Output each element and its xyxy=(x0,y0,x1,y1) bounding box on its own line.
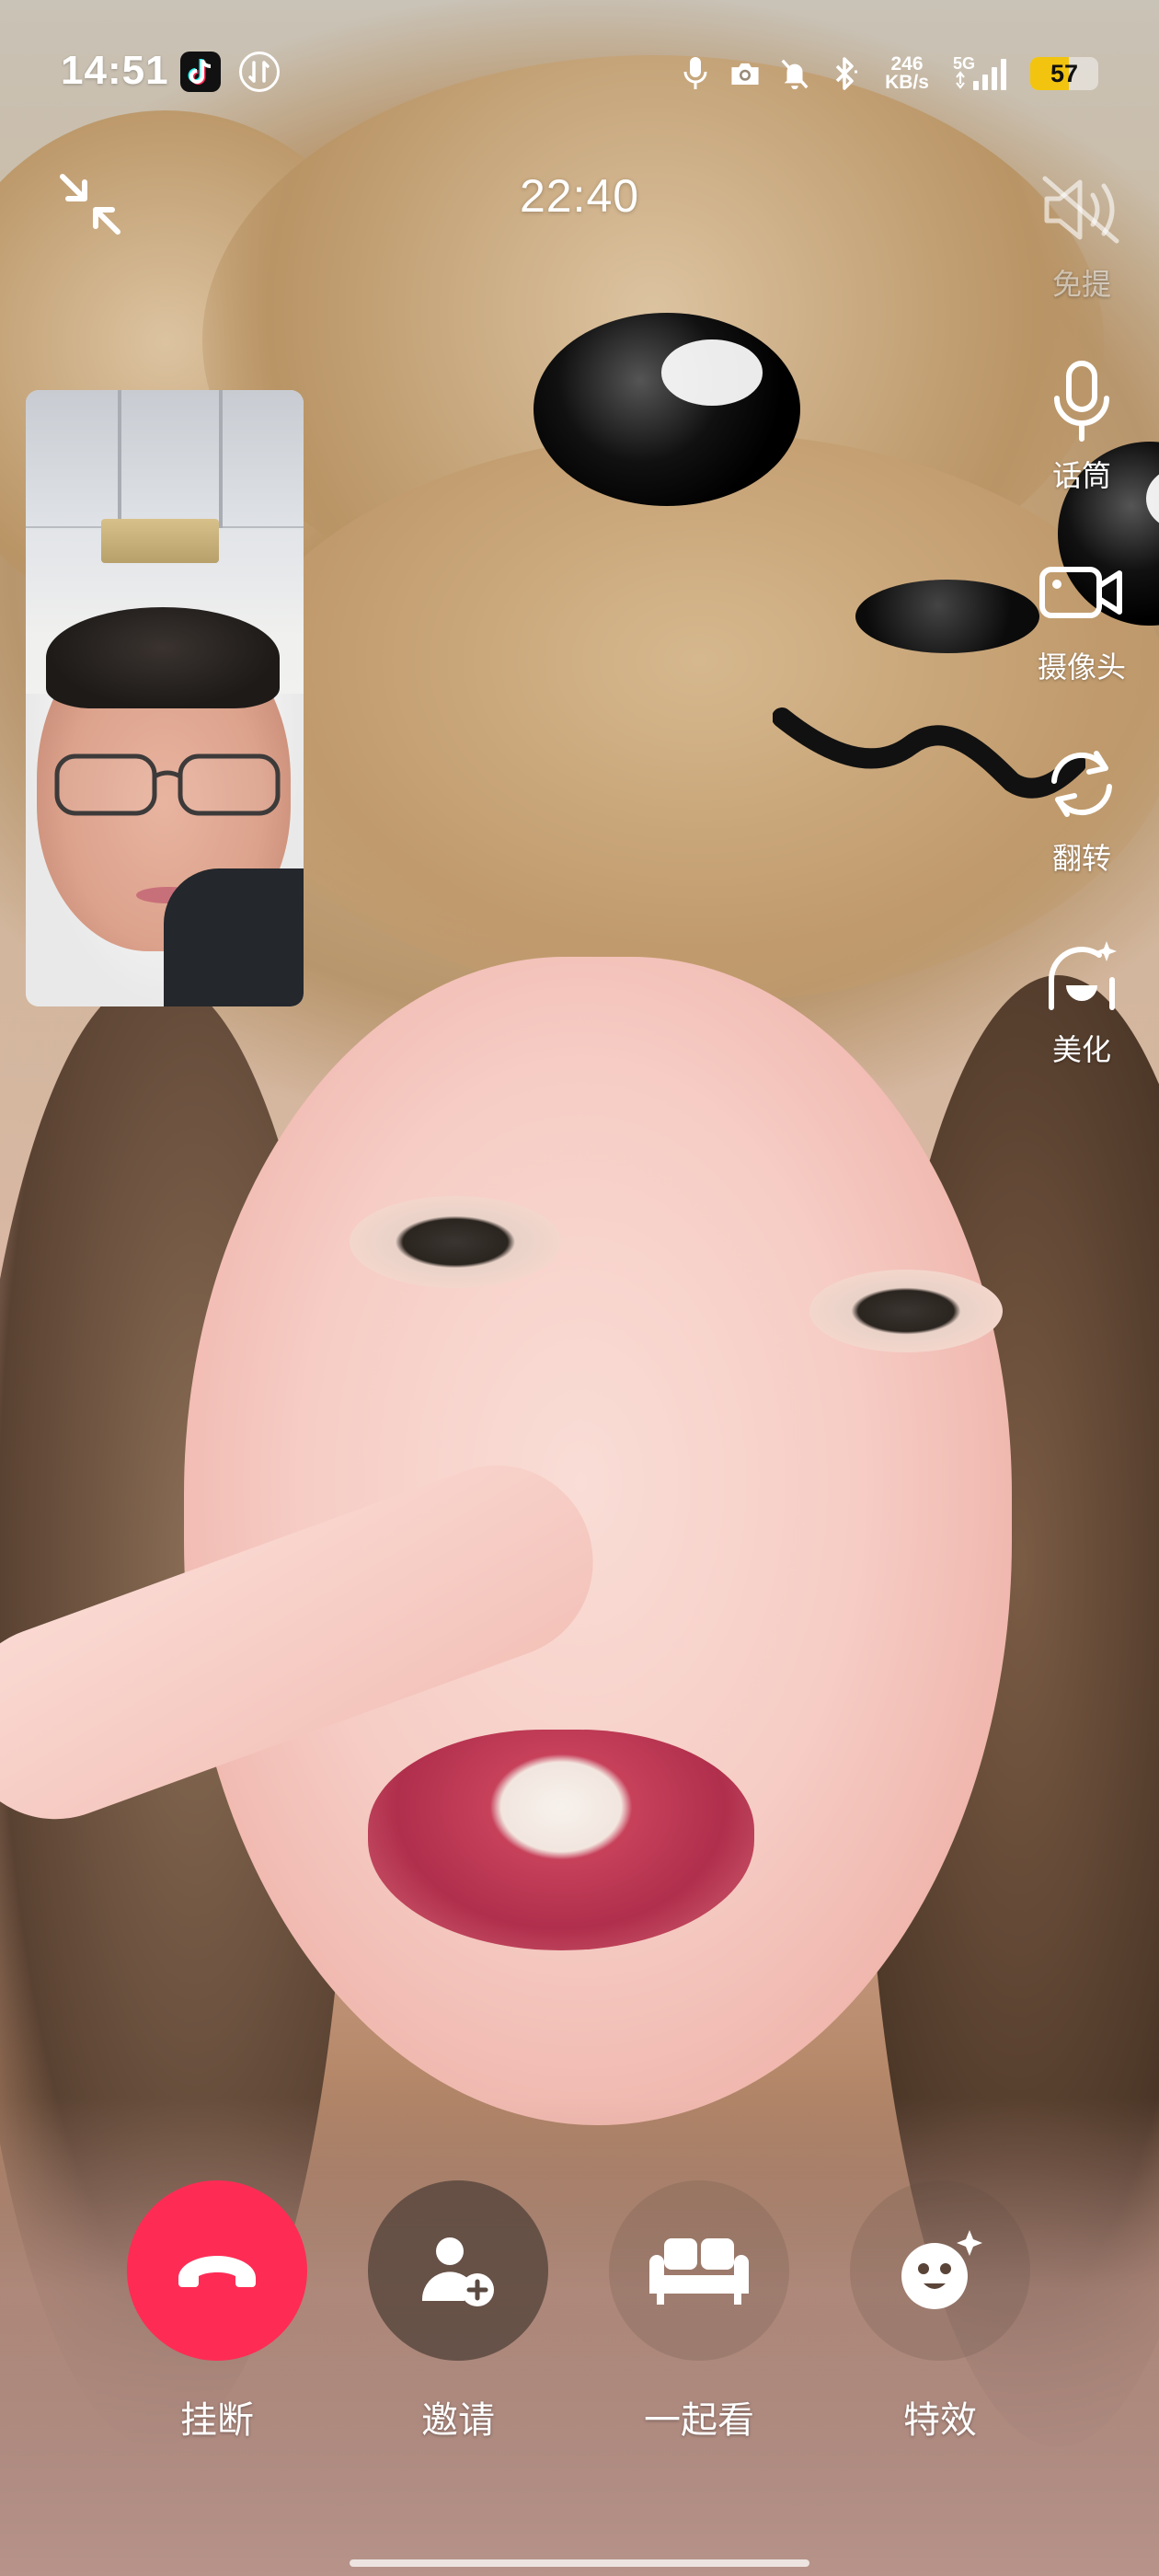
status-indicators: 246 KB/s 5G 57 xyxy=(679,46,1098,101)
watch-together-button[interactable]: 一起看 xyxy=(598,2180,800,2444)
network-speed-unit: KB/s xyxy=(885,72,929,93)
sofa-icon xyxy=(649,2238,749,2305)
preview-cap xyxy=(46,607,280,708)
video-camera-icon xyxy=(1036,546,1128,638)
microphone-toggle[interactable]: 话筒 xyxy=(1023,355,1141,495)
bear-hat-nose xyxy=(855,580,1039,653)
status-bar: 14:51 246 KB/s 5G 57 xyxy=(0,37,1159,110)
add-user-icon xyxy=(421,2237,494,2306)
speaker-off-icon xyxy=(1036,164,1128,256)
hang-up-icon xyxy=(178,2256,256,2287)
mute-icon xyxy=(778,55,811,92)
status-time: 14:51 xyxy=(61,48,169,93)
invite-label: 邀请 xyxy=(421,2400,495,2441)
preview-background-window xyxy=(26,390,304,528)
network-speed: 246 KB/s xyxy=(878,53,936,93)
speaker-label: 免提 xyxy=(1051,268,1111,301)
effects-circle xyxy=(850,2180,1030,2361)
call-timer: 22:40 xyxy=(519,170,640,222)
bear-hat-eye-left xyxy=(534,313,800,506)
data-saver-icon xyxy=(239,52,280,92)
invite-button[interactable]: 邀请 xyxy=(357,2180,559,2444)
microphone-icon xyxy=(1036,355,1128,447)
beautify-button[interactable]: 美化 xyxy=(1023,929,1141,1069)
invite-circle xyxy=(368,2180,548,2361)
camera-label: 摄像头 xyxy=(1037,650,1126,684)
camera-toggle[interactable]: 摄像头 xyxy=(1023,546,1141,686)
bluetooth-icon xyxy=(828,55,861,92)
signal-icon: 5G xyxy=(953,55,1014,92)
effects-icon xyxy=(901,2230,982,2309)
preview-glasses xyxy=(54,753,281,816)
preview-background-object xyxy=(101,519,219,563)
face-eye-right xyxy=(809,1270,1003,1352)
face-mouth xyxy=(368,1730,754,1950)
flip-camera-button[interactable]: 翻转 xyxy=(1023,738,1141,878)
camera-icon xyxy=(729,55,762,92)
beautify-icon xyxy=(1036,929,1128,1021)
watch-together-circle xyxy=(609,2180,789,2361)
hang-up-circle xyxy=(127,2180,307,2361)
hang-up-label: 挂断 xyxy=(180,2400,254,2441)
face-eye-left xyxy=(350,1196,561,1288)
local-video-preview[interactable] xyxy=(26,390,304,1006)
hang-up-button[interactable]: 挂断 xyxy=(116,2180,318,2444)
network-speed-value: 246 xyxy=(890,53,924,75)
microphone-label: 话筒 xyxy=(1051,459,1111,492)
effects-label: 特效 xyxy=(903,2400,977,2441)
flip-camera-icon xyxy=(1036,738,1128,830)
preview-jacket xyxy=(164,868,304,1006)
battery-level: 57 xyxy=(1050,59,1079,87)
battery-icon: 57 xyxy=(1030,57,1098,90)
speaker-toggle[interactable]: 免提 xyxy=(1023,164,1141,304)
microphone-icon xyxy=(679,55,712,92)
effects-button[interactable]: 特效 xyxy=(839,2180,1041,2444)
tiktok-icon xyxy=(180,52,221,92)
flip-label: 翻转 xyxy=(1051,842,1111,875)
beautify-label: 美化 xyxy=(1051,1033,1111,1066)
home-indicator[interactable] xyxy=(350,2559,809,2567)
watch-together-label: 一起看 xyxy=(644,2400,754,2441)
bottom-controls: 挂断 邀请 一起看 特效 xyxy=(0,2180,1159,2456)
